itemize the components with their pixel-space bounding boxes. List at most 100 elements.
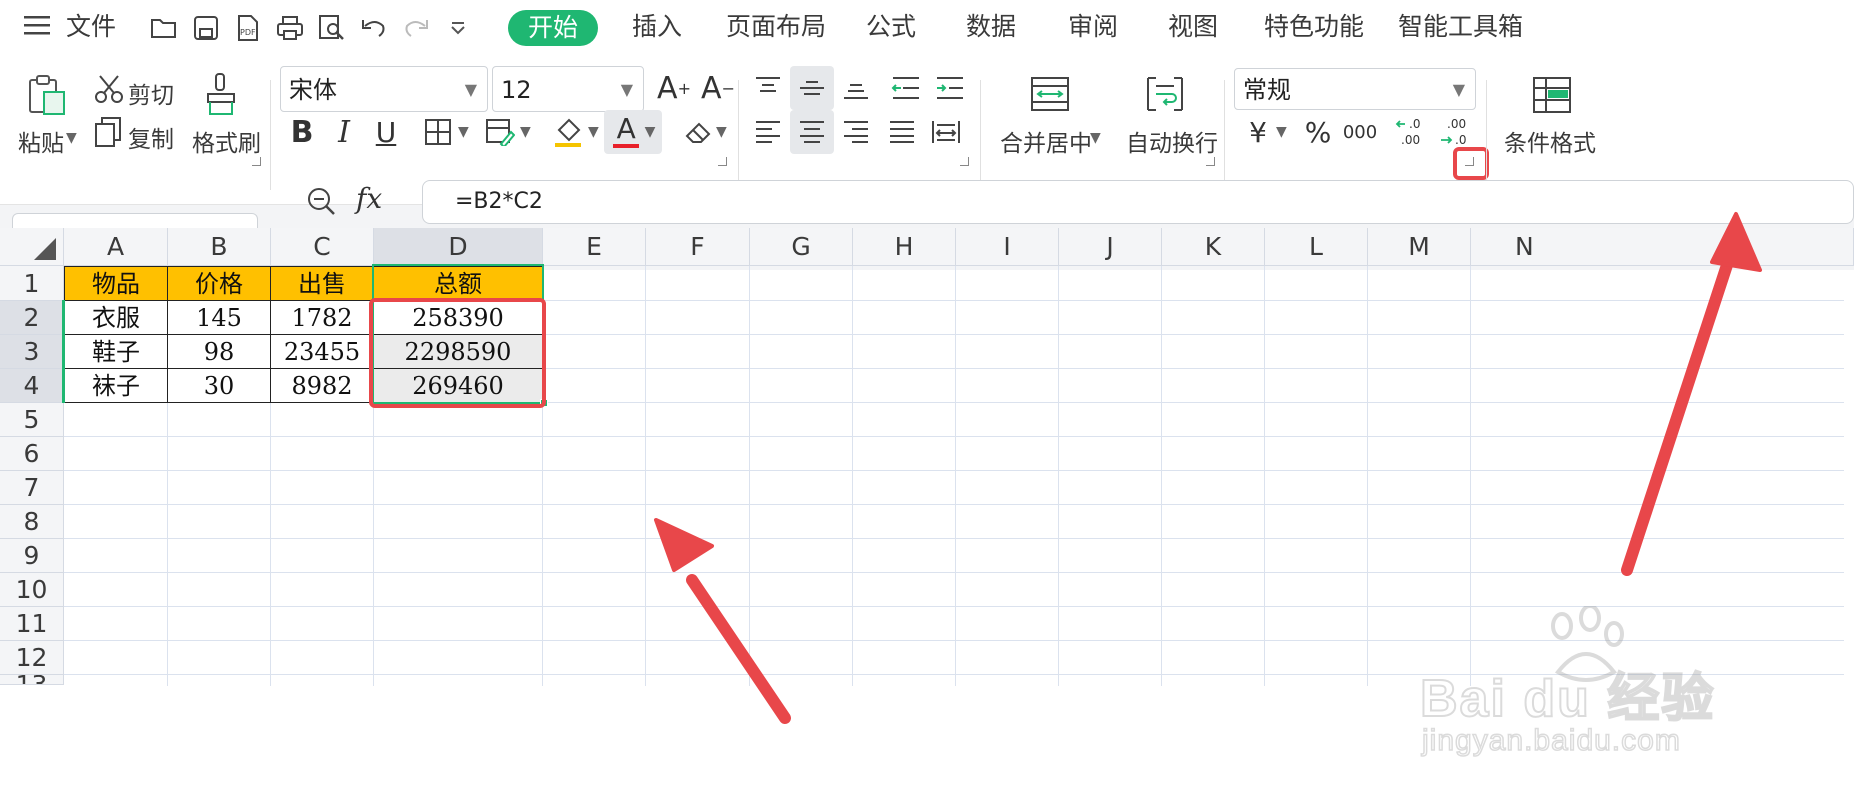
alignment-group-launcher-icon[interactable] (960, 157, 969, 166)
number-format-select[interactable]: 常规 ▼ (1234, 68, 1476, 110)
align-left-icon[interactable] (746, 110, 790, 154)
row-header-13[interactable]: 13 (0, 675, 64, 685)
column-header-e[interactable]: E (543, 228, 646, 266)
row-header-10[interactable]: 10 (0, 573, 64, 607)
formula-input[interactable]: =B2*C2 (422, 180, 1854, 224)
justify-icon[interactable] (880, 110, 924, 154)
cell-d3[interactable]: 2298590 (373, 334, 543, 369)
wrap-text-icon[interactable] (1146, 76, 1184, 116)
copy-icon[interactable] (94, 116, 124, 152)
row-header-7[interactable]: 7 (0, 471, 64, 505)
row-header-3[interactable]: 3 (0, 335, 64, 369)
row-header-5[interactable]: 5 (0, 403, 64, 437)
row-header-1[interactable]: 1 (0, 266, 64, 301)
redo-icon[interactable] (400, 12, 432, 44)
merge-center-icon[interactable] (1030, 76, 1070, 116)
copy-button[interactable]: 复制 (128, 120, 174, 154)
cell-b3[interactable]: 98 (167, 334, 271, 369)
font-size-select[interactable]: 12 ▼ (492, 66, 644, 112)
fill-color-dropdown-icon[interactable]: ▼ (588, 124, 599, 140)
align-middle-icon[interactable] (790, 66, 834, 110)
column-header-c[interactable]: C (271, 228, 374, 266)
hamburger-icon[interactable] (24, 14, 50, 36)
cell-a3[interactable]: 鞋子 (64, 334, 168, 369)
column-header-k[interactable]: K (1162, 228, 1265, 266)
tab-page-layout[interactable]: 页面布局 (726, 8, 826, 46)
format-painter-label[interactable]: 格式刷 (192, 124, 261, 158)
format-painter-icon[interactable] (204, 72, 240, 122)
distributed-align-icon[interactable] (924, 110, 968, 154)
cell-b2[interactable]: 145 (167, 300, 271, 335)
column-header-d[interactable]: D (374, 228, 543, 266)
column-header-m[interactable]: M (1368, 228, 1471, 266)
border-icon[interactable] (416, 110, 460, 154)
paste-label[interactable]: 粘贴 (18, 124, 64, 158)
cut-icon[interactable] (94, 74, 124, 108)
font-group-launcher-icon[interactable] (718, 157, 727, 166)
cell-c4[interactable]: 8982 (270, 368, 374, 403)
cell-c2[interactable]: 1782 (270, 300, 374, 335)
undo-icon[interactable] (358, 12, 390, 44)
row-header-2[interactable]: 2 (0, 301, 64, 335)
print-icon[interactable] (274, 12, 306, 44)
increase-font-button[interactable]: A + (652, 66, 696, 110)
eraser-icon[interactable] (676, 110, 720, 154)
cell-style-dropdown-icon[interactable]: ▼ (520, 124, 531, 140)
conditional-format-button[interactable]: 条件格式 (1504, 124, 1854, 158)
eraser-dropdown-icon[interactable]: ▼ (716, 124, 727, 140)
save-icon[interactable] (190, 12, 222, 44)
column-header-g[interactable]: G (750, 228, 853, 266)
increase-decimal-icon[interactable]: .0.00 (1390, 110, 1434, 154)
clipboard-group-launcher-icon[interactable] (252, 157, 261, 166)
currency-dropdown-icon[interactable]: ▼ (1276, 124, 1287, 140)
tab-home[interactable]: 开始 (508, 10, 599, 46)
percent-format-button[interactable]: % (1296, 110, 1340, 154)
merge-dropdown-icon[interactable]: ▼ (1090, 130, 1101, 146)
fill-color-icon[interactable] (546, 110, 590, 154)
zoom-formula-icon[interactable] (306, 186, 336, 220)
paste-dropdown-icon[interactable]: ▼ (66, 130, 77, 146)
tab-data[interactable]: 数据 (966, 8, 1016, 46)
column-header-j[interactable]: J (1059, 228, 1162, 266)
cell-c1[interactable]: 出售 (270, 266, 374, 301)
tab-insert[interactable]: 插入 (632, 8, 682, 46)
font-name-select[interactable]: 宋体 ▼ (280, 66, 488, 112)
tab-formulas[interactable]: 公式 (866, 8, 916, 46)
increase-indent-icon[interactable] (928, 66, 972, 110)
tab-view[interactable]: 视图 (1168, 8, 1218, 46)
column-header-h[interactable]: H (853, 228, 956, 266)
cell-a4[interactable]: 袜子 (64, 368, 168, 403)
cell-b4[interactable]: 30 (167, 368, 271, 403)
thousands-separator-button[interactable]: 000 (1338, 110, 1382, 154)
decrease-indent-icon[interactable] (884, 66, 928, 110)
cell-b1[interactable]: 价格 (167, 266, 271, 301)
cell-c3[interactable]: 23455 (270, 334, 374, 369)
wrap-group-launcher-icon[interactable] (1206, 157, 1215, 166)
decrease-font-button[interactable]: A − (696, 66, 740, 110)
select-all-corner[interactable] (0, 228, 64, 266)
row-header-8[interactable]: 8 (0, 505, 64, 539)
column-header-a[interactable]: A (64, 228, 168, 266)
merge-center-button[interactable]: 合并居中 (1000, 124, 1092, 158)
insert-function-button[interactable]: fx (356, 182, 382, 215)
row-header-11[interactable]: 11 (0, 607, 64, 641)
column-header-f[interactable]: F (646, 228, 750, 266)
cell-d2[interactable]: 258390 (373, 300, 543, 335)
cell-a1[interactable]: 物品 (64, 266, 168, 301)
underline-button[interactable]: U (364, 110, 408, 154)
print-preview-icon[interactable] (316, 12, 348, 44)
open-icon[interactable] (148, 12, 180, 44)
cell-style-icon[interactable] (478, 110, 522, 154)
align-center-icon[interactable] (790, 110, 834, 154)
column-header-i[interactable]: I (956, 228, 1059, 266)
fill-handle[interactable] (540, 399, 548, 407)
align-bottom-icon[interactable] (834, 66, 878, 110)
row-header-4[interactable]: 4 (0, 369, 64, 403)
export-pdf-icon[interactable]: PDF (232, 12, 264, 44)
column-header-b[interactable]: B (168, 228, 271, 266)
tab-smart-toolbox[interactable]: 智能工具箱 (1398, 8, 1523, 46)
tab-review[interactable]: 审阅 (1068, 8, 1118, 46)
italic-button[interactable]: I (322, 110, 366, 154)
column-header-n[interactable]: N (1471, 228, 1854, 266)
cell-d4[interactable]: 269460 (373, 368, 543, 403)
